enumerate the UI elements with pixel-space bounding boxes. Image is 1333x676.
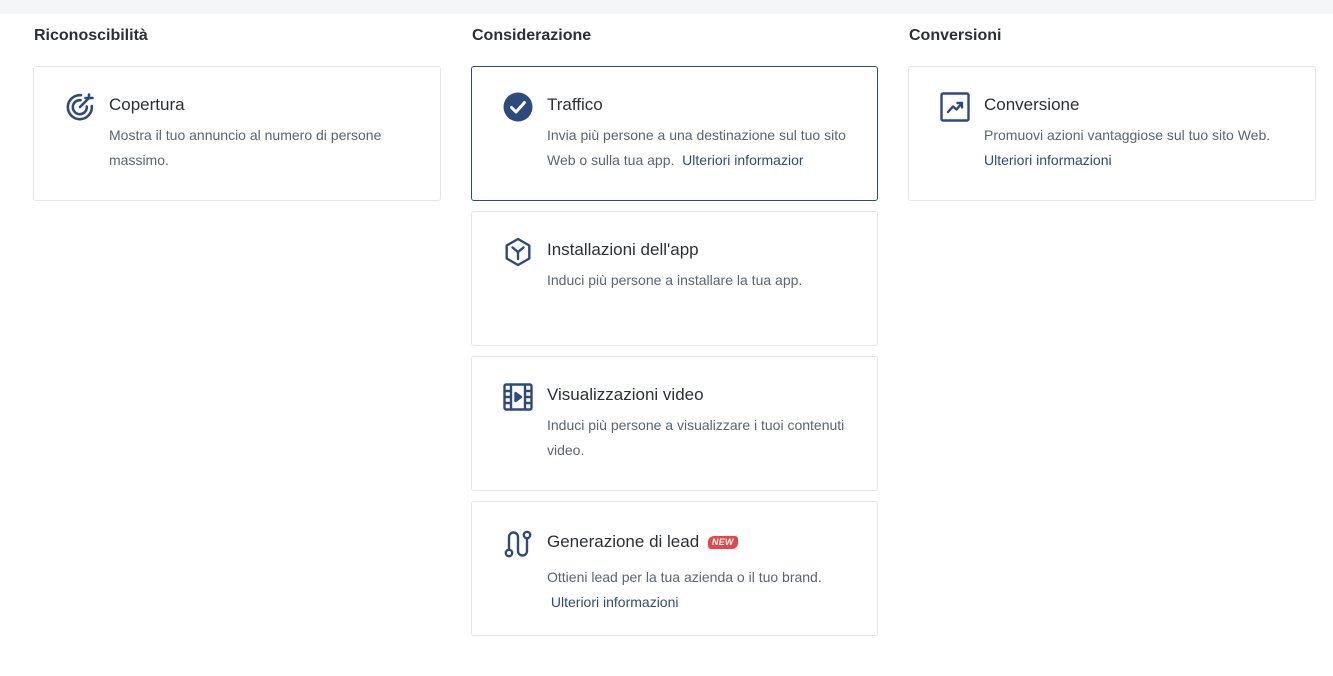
card-description: Induci più persone a visualizzare i tuoi… bbox=[547, 413, 865, 463]
objective-card-conversione[interactable]: Conversione Promuovi azioni vantaggiose … bbox=[908, 66, 1316, 201]
card-description-text: Induci più persone a installare la tua a… bbox=[547, 272, 803, 288]
new-badge: NEW bbox=[707, 536, 738, 549]
card-description: Ottieni lead per la tua azienda o il tuo… bbox=[547, 565, 865, 615]
learn-more-link[interactable]: Ulteriori informazior bbox=[682, 152, 803, 168]
objective-card-traffico[interactable]: Traffico Invia più persone a una destina… bbox=[471, 66, 878, 201]
trend-chart-icon bbox=[938, 90, 972, 124]
card-title: Conversione bbox=[984, 95, 1080, 114]
card-description: Promuovi azioni vantaggiose sul tuo sito… bbox=[984, 123, 1302, 173]
card-title: Traffico bbox=[547, 95, 603, 114]
card-description: Mostra il tuo annuncio al numero di pers… bbox=[109, 123, 427, 173]
card-title: Visualizzazioni video bbox=[547, 385, 704, 404]
card-title: Copertura bbox=[109, 95, 185, 114]
column-title: Riconoscibilità bbox=[34, 27, 148, 44]
card-description: Induci più persone a installare la tua a… bbox=[547, 268, 865, 293]
check-circle-icon bbox=[501, 90, 535, 124]
funnel-path-icon bbox=[501, 527, 535, 561]
target-icon bbox=[63, 90, 97, 124]
column-title: Considerazione bbox=[472, 27, 592, 44]
card-description-text: Mostra il tuo annuncio al numero di pers… bbox=[109, 127, 382, 168]
learn-more-link[interactable]: Ulteriori informazioni bbox=[984, 152, 1112, 168]
film-icon bbox=[501, 380, 535, 414]
top-strip bbox=[0, 0, 1333, 14]
card-description-text: Promuovi azioni vantaggiose sul tuo sito… bbox=[984, 127, 1271, 143]
card-title: Installazioni dell'app bbox=[547, 240, 699, 259]
objective-card-generazione-lead[interactable]: Generazione di lead NEW Ottieni lead per… bbox=[471, 501, 878, 636]
card-title: Generazione di lead NEW bbox=[547, 532, 738, 552]
column-title: Conversioni bbox=[909, 27, 1002, 44]
objective-card-visualizzazioni-video[interactable]: Visualizzazioni video Induci più persone… bbox=[471, 356, 878, 491]
card-title-text: Generazione di lead bbox=[547, 532, 700, 551]
card-description: Invia più persone a una destinazione sul… bbox=[547, 123, 865, 173]
learn-more-link[interactable]: Ulteriori informazioni bbox=[551, 594, 679, 610]
card-description-text: Ottieni lead per la tua azienda o il tuo… bbox=[547, 569, 822, 585]
card-description-text: Induci più persone a visualizzare i tuoi… bbox=[547, 417, 845, 458]
app-cube-icon bbox=[501, 235, 535, 269]
objective-card-installazioni-app[interactable]: Installazioni dell'app Induci più person… bbox=[471, 211, 878, 346]
objective-card-copertura[interactable]: Copertura Mostra il tuo annuncio al nume… bbox=[33, 66, 441, 201]
